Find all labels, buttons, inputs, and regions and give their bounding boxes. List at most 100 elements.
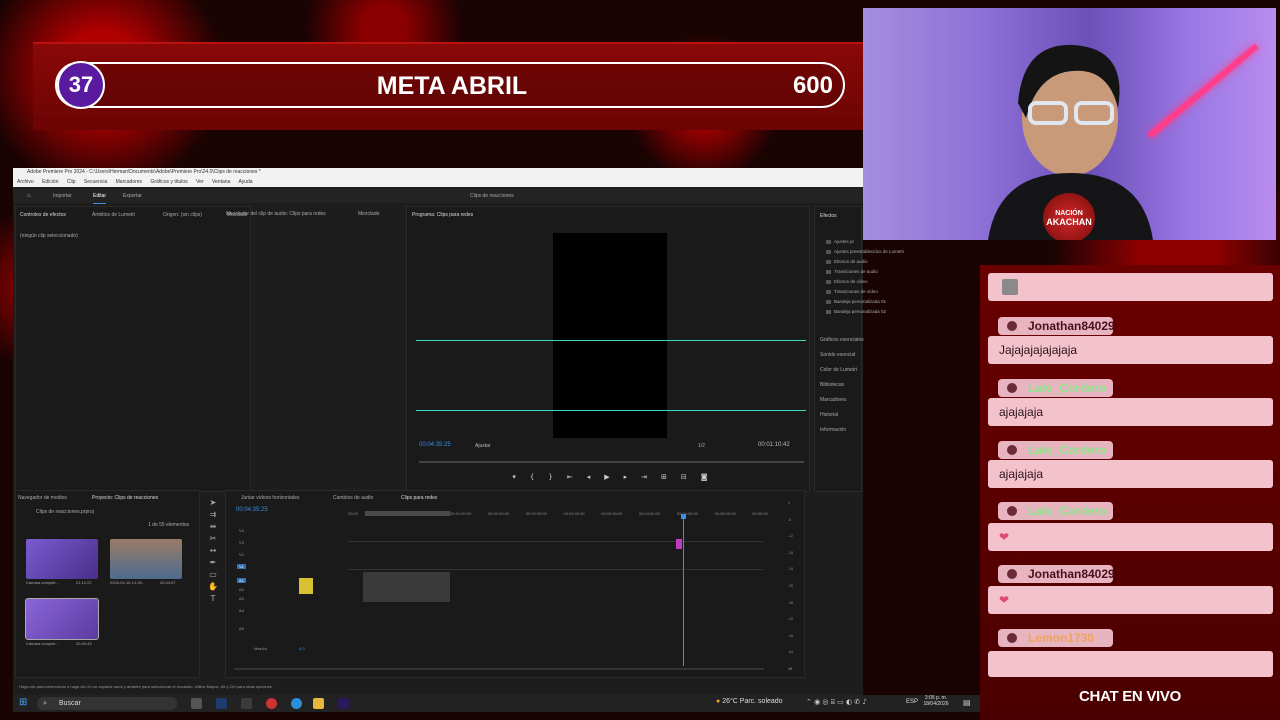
step-forward-icon[interactable]: ▸ — [624, 473, 628, 483]
go-to-in-icon[interactable]: ⇤ — [567, 473, 573, 483]
taskbar-search[interactable]: ⌕ Buscar — [37, 697, 177, 710]
windows-start-icon[interactable]: ⊞ — [19, 697, 27, 708]
explorer-icon[interactable] — [313, 698, 324, 709]
effects-folder[interactable]: Transiciones de vídeo — [826, 289, 878, 294]
effects-folder[interactable]: Transiciones de audio — [826, 269, 878, 274]
timeline-scrollbar[interactable] — [234, 668, 764, 670]
tab-project[interactable]: Proyecto: Clips de reacciones — [92, 495, 158, 501]
slip-tool-icon[interactable]: ↔ — [210, 546, 217, 555]
resolution-dropdown[interactable]: 1/2 — [698, 443, 705, 449]
menu-edicion[interactable]: Edición — [42, 179, 58, 185]
export-frame-icon[interactable]: ◙ — [701, 473, 708, 483]
panel-info[interactable]: Información — [820, 427, 846, 433]
effects-folder[interactable]: Efectos de audio — [826, 259, 868, 264]
media-thumbnail[interactable] — [110, 539, 182, 579]
workspace-tab-exportar[interactable]: Exportar — [123, 189, 142, 203]
work-area-bar[interactable] — [365, 511, 450, 516]
track-select-icon[interactable]: ⇉ — [210, 510, 217, 519]
home-icon[interactable]: ⌂ — [27, 189, 31, 203]
insert-icon[interactable]: ⊞ — [661, 473, 667, 483]
program-timecode[interactable]: 00:04:35:25 — [419, 442, 451, 448]
effects-folder[interactable]: Ajustes pr — [826, 239, 854, 244]
media-thumbnail-selected[interactable] — [25, 598, 99, 640]
step-back-icon[interactable]: ◂ — [587, 473, 591, 483]
monitor-scrubber[interactable] — [419, 461, 804, 463]
panel-essential-graphics[interactable]: Gráficos esenciales — [820, 337, 864, 343]
track-label[interactable]: A1 — [237, 578, 246, 583]
panel-libraries[interactable]: Bibliotecas — [820, 382, 844, 388]
menu-secuencia[interactable]: Secuencia — [84, 179, 107, 185]
track-label[interactable]: V1 — [237, 564, 246, 569]
type-tool-icon[interactable]: T — [211, 594, 216, 603]
hand-tool-icon[interactable]: ✋ — [208, 582, 218, 591]
menu-clip[interactable]: Clip — [67, 179, 76, 185]
track-label[interactable]: A4 — [239, 608, 244, 613]
tab-source[interactable]: Origen: (sin clips) — [163, 212, 202, 218]
menu-marcadores[interactable]: Marcadores — [116, 179, 142, 185]
tab-effect-controls[interactable]: Controles de efectos — [20, 212, 66, 218]
workspace-tab-importar[interactable]: Importar — [53, 189, 72, 203]
fit-dropdown[interactable]: Ajustar — [475, 443, 491, 449]
marker-icon[interactable]: ▾ — [512, 473, 516, 483]
rectangle-tool-icon[interactable]: ▭ — [209, 570, 217, 579]
tray-icons[interactable]: ⌃ ◉ ◎ ⌸ ▭ ◐ ✆ ♪ — [806, 698, 867, 707]
menu-ayuda[interactable]: Ayuda — [238, 179, 252, 185]
tab-effects[interactable]: Efectos — [820, 213, 837, 219]
menu-graficos[interactable]: Gráficos y títulos — [150, 179, 187, 185]
menu-archivo[interactable]: Archivo — [17, 179, 34, 185]
photoshop-icon[interactable] — [216, 698, 227, 709]
track-label[interactable]: A2 — [239, 587, 244, 592]
edge-icon[interactable] — [291, 698, 302, 709]
effects-folder[interactable]: Bandeja personalizada 02 — [826, 309, 886, 314]
clip-marker[interactable] — [676, 539, 682, 549]
ripple-edit-icon[interactable]: ⇹ — [210, 522, 217, 531]
workspace-tab-editar[interactable]: Editar — [93, 189, 107, 204]
panel-essential-sound[interactable]: Sonido esencial — [820, 352, 855, 358]
track-label[interactable]: V4 — [239, 528, 244, 533]
track-label[interactable]: A5 — [239, 626, 244, 631]
premiere-icon[interactable] — [338, 698, 349, 709]
playhead[interactable] — [683, 518, 684, 666]
tab-program[interactable]: Programa: Clips para redes — [412, 212, 473, 218]
panel-lumetri-color[interactable]: Color de Lumetri — [820, 367, 857, 373]
task-view-icon[interactable] — [191, 698, 202, 709]
chrome-icon[interactable] — [266, 698, 277, 709]
menu-ventana[interactable]: Ventana — [212, 179, 230, 185]
tab-sequence[interactable]: Juntar vídeos horizontales — [241, 495, 299, 501]
solo-buttons[interactable] — [299, 578, 313, 594]
panel-history[interactable]: Historial — [820, 412, 838, 418]
clock[interactable]: 3:05 p. m. 18/04/2026 — [921, 695, 951, 707]
effects-folder[interactable]: Efectos de vídeo — [826, 279, 868, 284]
tab-lumetri-scopes[interactable]: Ámbitos de Lumetri — [92, 212, 135, 218]
overwrite-icon[interactable]: ⊟ — [681, 473, 687, 483]
language-indicator[interactable]: ESP — [906, 699, 918, 705]
panel-markers[interactable]: Marcadores — [820, 397, 846, 403]
razor-tool-icon[interactable]: ✂ — [210, 534, 217, 543]
track-label[interactable]: A3 — [239, 596, 244, 601]
play-icon[interactable]: ▶ — [604, 473, 609, 483]
app-icon[interactable] — [241, 698, 252, 709]
tab-mixer[interactable]: Mezclado — [358, 211, 379, 217]
track-label[interactable]: V2 — [239, 552, 244, 557]
search-placeholder: Buscar — [59, 700, 81, 707]
media-thumbnail[interactable] — [26, 539, 98, 579]
go-to-out-icon[interactable]: ⇥ — [641, 473, 647, 483]
audio-clip[interactable] — [363, 572, 450, 602]
audio-mixer-tab-ext[interactable]: Mezclador del clip de audio: Clips para … — [226, 211, 326, 217]
tab-media-browser[interactable]: Navegador de medios — [18, 495, 67, 501]
pen-tool-icon[interactable]: ✒ — [210, 558, 217, 567]
effects-folder[interactable]: Bandeja personalizada 01 — [826, 299, 886, 304]
tab-sequence-active[interactable]: Clips para redes — [401, 495, 437, 501]
playhead-handle[interactable] — [681, 514, 686, 519]
timeline-timecode[interactable]: 00:04:35:25 — [236, 507, 268, 513]
weather-widget[interactable]: ● 26°C Parc. soleado — [716, 698, 783, 705]
selection-tool-icon[interactable]: ➤ — [210, 498, 217, 507]
mix-value[interactable]: 0,0 — [299, 646, 305, 651]
in-point-icon[interactable]: { — [530, 473, 534, 483]
track-label[interactable]: V3 — [239, 540, 244, 545]
out-point-icon[interactable]: } — [548, 473, 552, 483]
effects-folder[interactable]: Ajustes preestablecidos de Lumetri — [826, 249, 904, 254]
tab-sequence[interactable]: Cambios de audio — [333, 495, 373, 501]
notification-icon[interactable]: ▤ — [963, 698, 971, 707]
menu-ver[interactable]: Ver — [196, 179, 204, 185]
